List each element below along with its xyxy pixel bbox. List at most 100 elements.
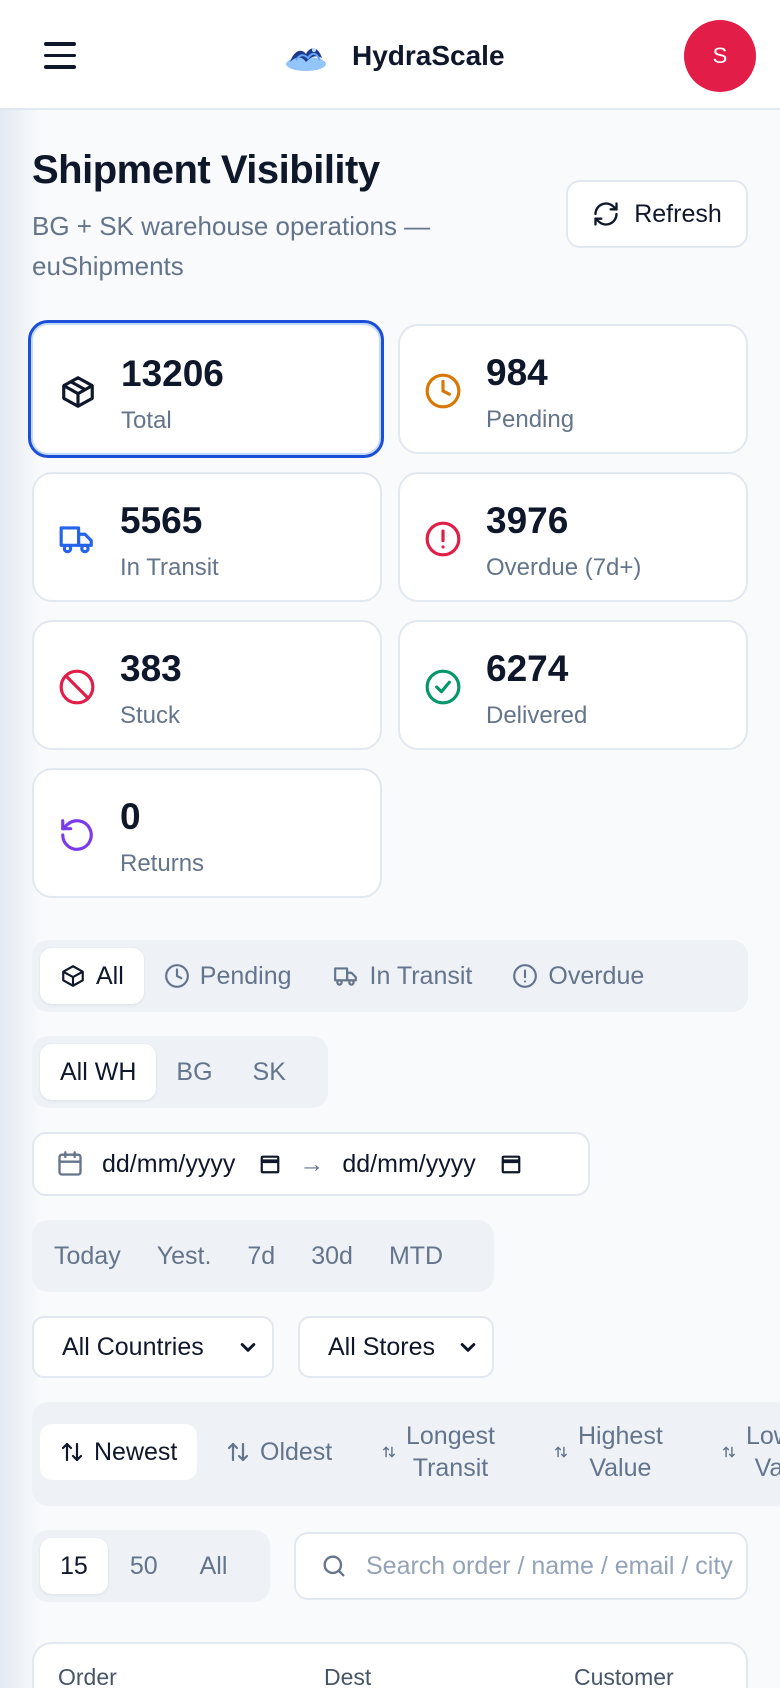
column-header-customer[interactable]: Customer <box>574 1664 674 1688</box>
date-presets: Today Yest. 7d 30d MTD <box>32 1220 494 1292</box>
stat-card-overdue[interactable]: 3976 Overdue (7d+) <box>398 472 748 602</box>
date-from-input[interactable]: dd/mm/yyyy <box>102 1150 281 1179</box>
tab-all-wh[interactable]: All WH <box>40 1044 157 1100</box>
clock-icon <box>425 373 461 409</box>
chevron-down-icon <box>240 1343 256 1352</box>
sort-label-line1: Longest <box>406 1422 495 1450</box>
sort-label-line1: Lowest <box>746 1422 780 1450</box>
tab-label: Overdue <box>548 961 645 990</box>
calendar-picker-icon[interactable] <box>500 1153 522 1175</box>
date-to-input[interactable]: dd/mm/yyyy <box>342 1150 521 1179</box>
truck-icon <box>333 967 357 986</box>
sort-label-line2: Transit <box>412 1454 489 1482</box>
store-select-value: All Stores <box>328 1332 435 1361</box>
sort-arrows-icon <box>383 1446 395 1458</box>
sort-arrows-icon <box>61 1442 83 1462</box>
stat-label: Delivered <box>486 702 588 729</box>
stat-label: Overdue (7d+) <box>486 554 642 581</box>
stat-card-stuck[interactable]: 383 Stuck <box>32 620 382 750</box>
stat-label: Total <box>121 407 172 434</box>
truck-icon <box>59 526 93 554</box>
date-from-value: dd/mm/yyyy <box>102 1149 236 1178</box>
sort-newest[interactable]: Newest <box>40 1424 198 1480</box>
column-header-dest[interactable]: Dest <box>324 1664 371 1688</box>
stat-card-in-transit[interactable]: 5565 In Transit <box>32 472 382 602</box>
tab-all[interactable]: All <box>40 948 144 1004</box>
sort-oldest[interactable]: Oldest <box>226 1424 332 1480</box>
country-select-value: All Countries <box>62 1332 204 1361</box>
stat-label: Pending <box>486 406 575 433</box>
stat-card-pending[interactable]: 984 Pending <box>398 324 748 454</box>
store-select[interactable]: All Stores <box>298 1316 494 1378</box>
brand-name: HydraScale <box>352 40 505 71</box>
page-size-15[interactable]: 15 <box>40 1538 108 1594</box>
refresh-button[interactable]: Refresh <box>566 180 748 248</box>
clock-icon <box>164 964 189 988</box>
user-avatar[interactable]: S <box>684 20 756 92</box>
brand-logo[interactable]: HydraScale <box>284 36 505 76</box>
calendar-picker-icon[interactable] <box>259 1153 281 1175</box>
preset-7d[interactable]: 7d <box>229 1228 293 1284</box>
column-header-order[interactable]: Order <box>58 1664 117 1688</box>
stat-card-total[interactable]: 13206 Total <box>28 320 384 458</box>
page-size-tabs: 15 50 All <box>32 1530 270 1602</box>
arrow-right-icon: → <box>299 1149 325 1178</box>
stat-value: 13206 <box>121 353 224 394</box>
stat-value: 6274 <box>486 648 569 689</box>
rotate-ccw-icon <box>61 819 93 851</box>
search-input[interactable] <box>366 1551 746 1581</box>
search-icon <box>323 1555 345 1577</box>
tab-label: In Transit <box>369 961 473 990</box>
menu-icon[interactable] <box>44 42 76 69</box>
tab-sk[interactable]: SK <box>233 1044 306 1100</box>
alert-circle-icon <box>513 964 538 988</box>
page-size-50[interactable]: 50 <box>108 1538 180 1594</box>
stat-value: 3976 <box>486 500 569 541</box>
box-icon <box>62 965 84 987</box>
chevron-down-icon <box>460 1343 476 1352</box>
stat-card-delivered[interactable]: 6274 Delivered <box>398 620 748 750</box>
search-box <box>294 1532 748 1600</box>
preset-mtd[interactable]: MTD <box>371 1228 461 1284</box>
tab-bg[interactable]: BG <box>156 1044 232 1100</box>
ban-icon <box>59 669 95 705</box>
sort-arrows-icon <box>723 1446 735 1458</box>
date-range-picker: dd/mm/yyyy → dd/mm/yyyy <box>32 1132 590 1196</box>
status-tabs: All Pending In Transit Overdue <box>32 940 748 1012</box>
hydra-logo-icon <box>286 48 326 71</box>
preset-30d[interactable]: 30d <box>293 1228 371 1284</box>
tab-label: Pending <box>199 961 292 990</box>
tab-pending[interactable]: Pending <box>144 948 312 1004</box>
sort-longest-transit[interactable]: Longest Transit <box>382 1420 495 1484</box>
refresh-label: Refresh <box>634 199 722 228</box>
preset-yesterday[interactable]: Yest. <box>139 1228 230 1284</box>
sort-lowest-value[interactable]: Lowest Value <box>722 1420 780 1484</box>
page-title: Shipment Visibility <box>32 148 380 192</box>
sort-label-line2: Value <box>754 1454 780 1482</box>
sort-arrows-icon <box>555 1446 567 1458</box>
tab-in-transit[interactable]: In Transit <box>312 948 493 1004</box>
sort-arrows-icon <box>227 1442 249 1462</box>
sort-label: Oldest <box>260 1437 333 1466</box>
country-select[interactable]: All Countries <box>32 1316 274 1378</box>
stat-value: 984 <box>486 352 548 393</box>
calendar-icon <box>58 1151 82 1176</box>
stat-value: 0 <box>120 796 141 837</box>
check-circle-icon <box>425 669 461 705</box>
page-size-all[interactable]: All <box>180 1538 248 1594</box>
shipments-table: Order Dest Customer <box>32 1642 748 1688</box>
stat-label: Returns <box>120 850 205 877</box>
tab-overdue[interactable]: Overdue <box>492 948 664 1004</box>
stat-value: 383 <box>120 648 182 689</box>
preset-today[interactable]: Today <box>36 1228 139 1284</box>
refresh-icon <box>594 202 618 226</box>
warehouse-tabs: All WH BG SK <box>32 1036 328 1108</box>
page-subtitle: BG + SK warehouse operations — euShipmen… <box>32 211 431 281</box>
stat-card-returns[interactable]: 0 Returns <box>32 768 382 898</box>
alert-circle-icon <box>425 521 461 557</box>
sort-label-line1: Highest <box>578 1422 663 1450</box>
sort-highest-value[interactable]: Highest Value <box>554 1420 663 1484</box>
box-icon <box>62 376 94 408</box>
stat-label: In Transit <box>120 554 219 581</box>
sort-label-line2: Value <box>589 1454 652 1482</box>
